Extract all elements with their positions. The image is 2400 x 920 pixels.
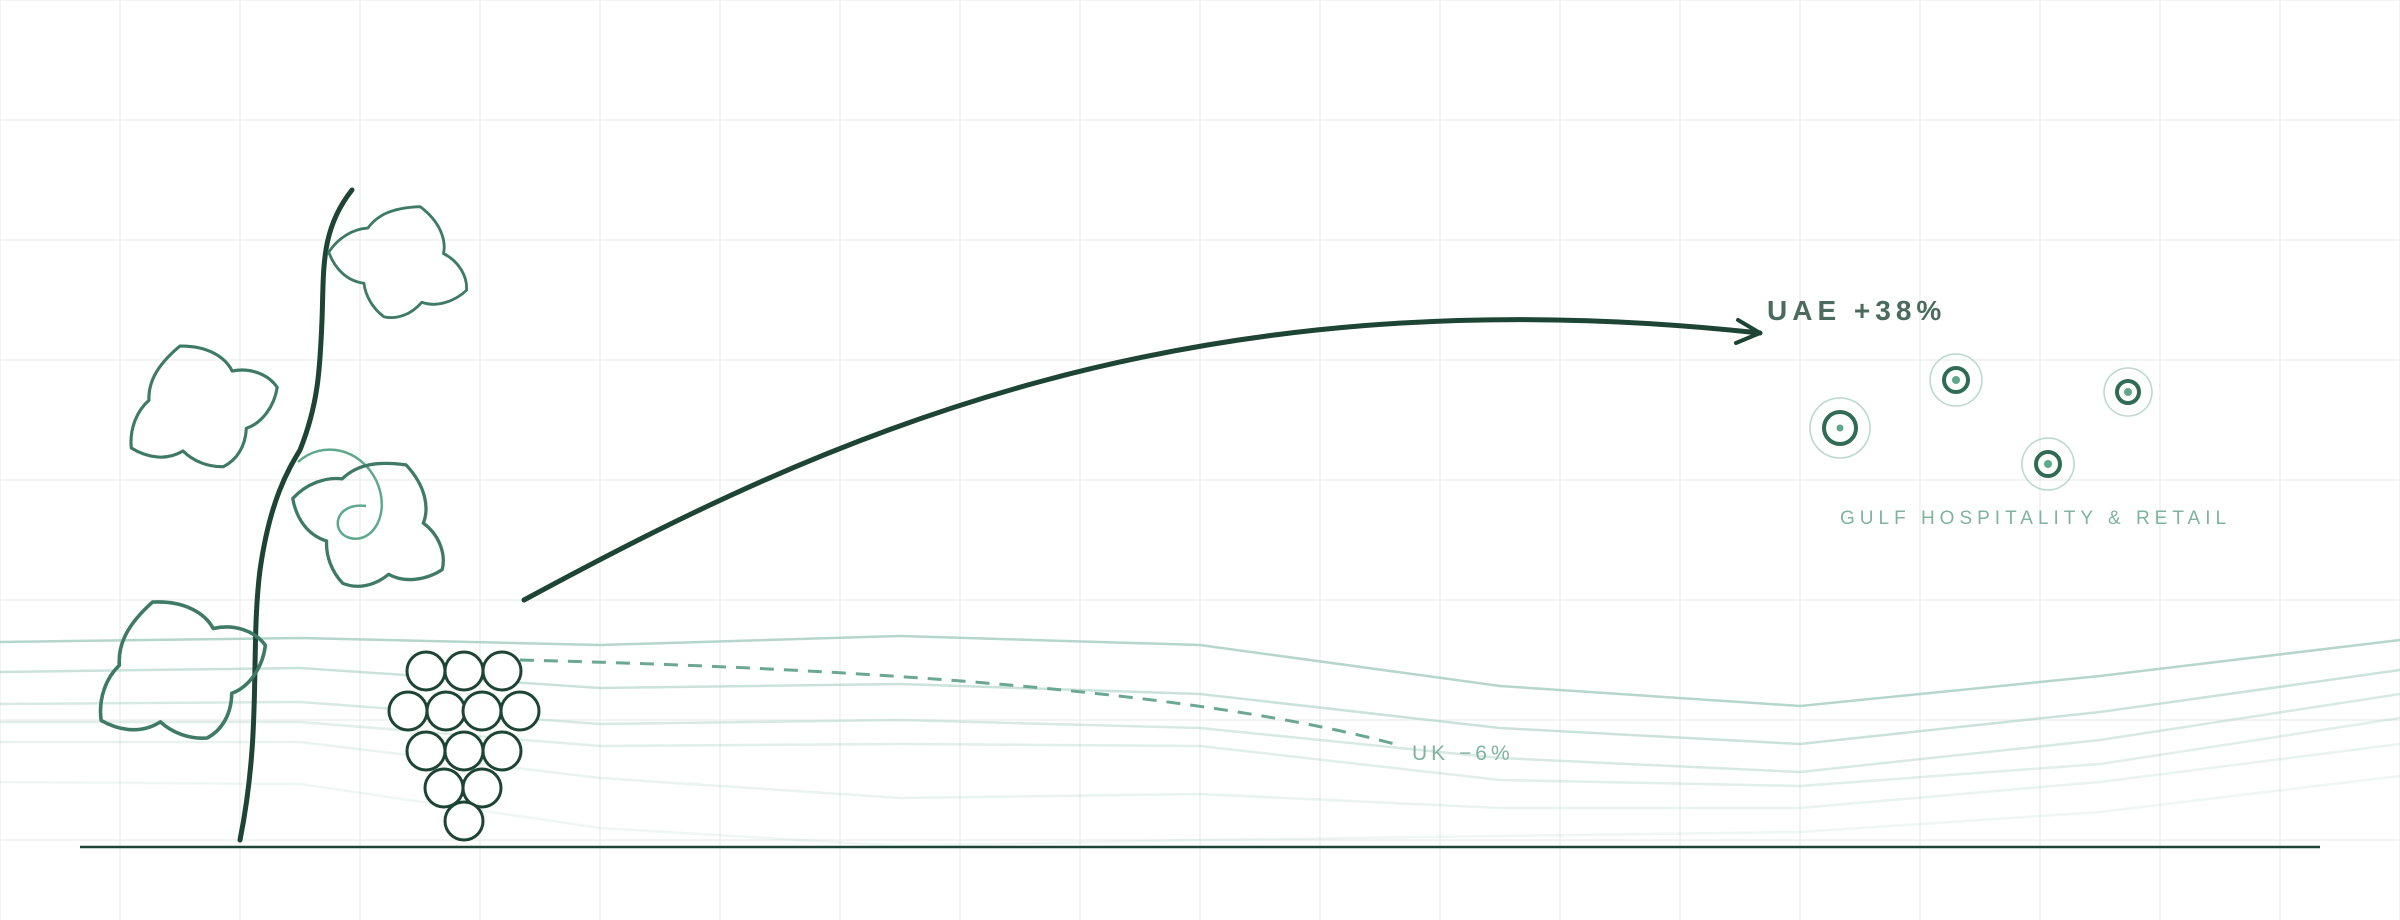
grape (425, 690, 467, 732)
grape (443, 650, 485, 692)
uk-decline-label: UK −6% (1412, 742, 1514, 765)
grape (387, 690, 429, 732)
export-growth-illustration: UAE +38% UK −6% GULF HOSPITALITY & RETAI… (0, 0, 2400, 920)
vine-tendril-icon (297, 448, 383, 540)
location-target-icon (2021, 437, 2075, 491)
uae-growth-arrow (521, 317, 1763, 603)
location-target-icon (1929, 353, 1983, 407)
grape (423, 767, 465, 809)
grape (461, 690, 503, 732)
grape-cluster-icon (387, 650, 541, 842)
grape (405, 730, 447, 772)
vine-leaf-icon (129, 344, 279, 469)
grape (405, 650, 447, 692)
grape (481, 650, 523, 692)
grape (499, 690, 541, 732)
grape (443, 730, 485, 772)
location-target-icon (1809, 397, 1871, 459)
location-target-icon (2103, 367, 2153, 417)
grape (481, 730, 523, 772)
grape (443, 800, 485, 842)
uae-growth-label: UAE +38% (1767, 295, 1946, 326)
gulf-market-markers (1809, 353, 2153, 491)
gulf-region-label: GULF HOSPITALITY & RETAIL (1840, 508, 2231, 529)
